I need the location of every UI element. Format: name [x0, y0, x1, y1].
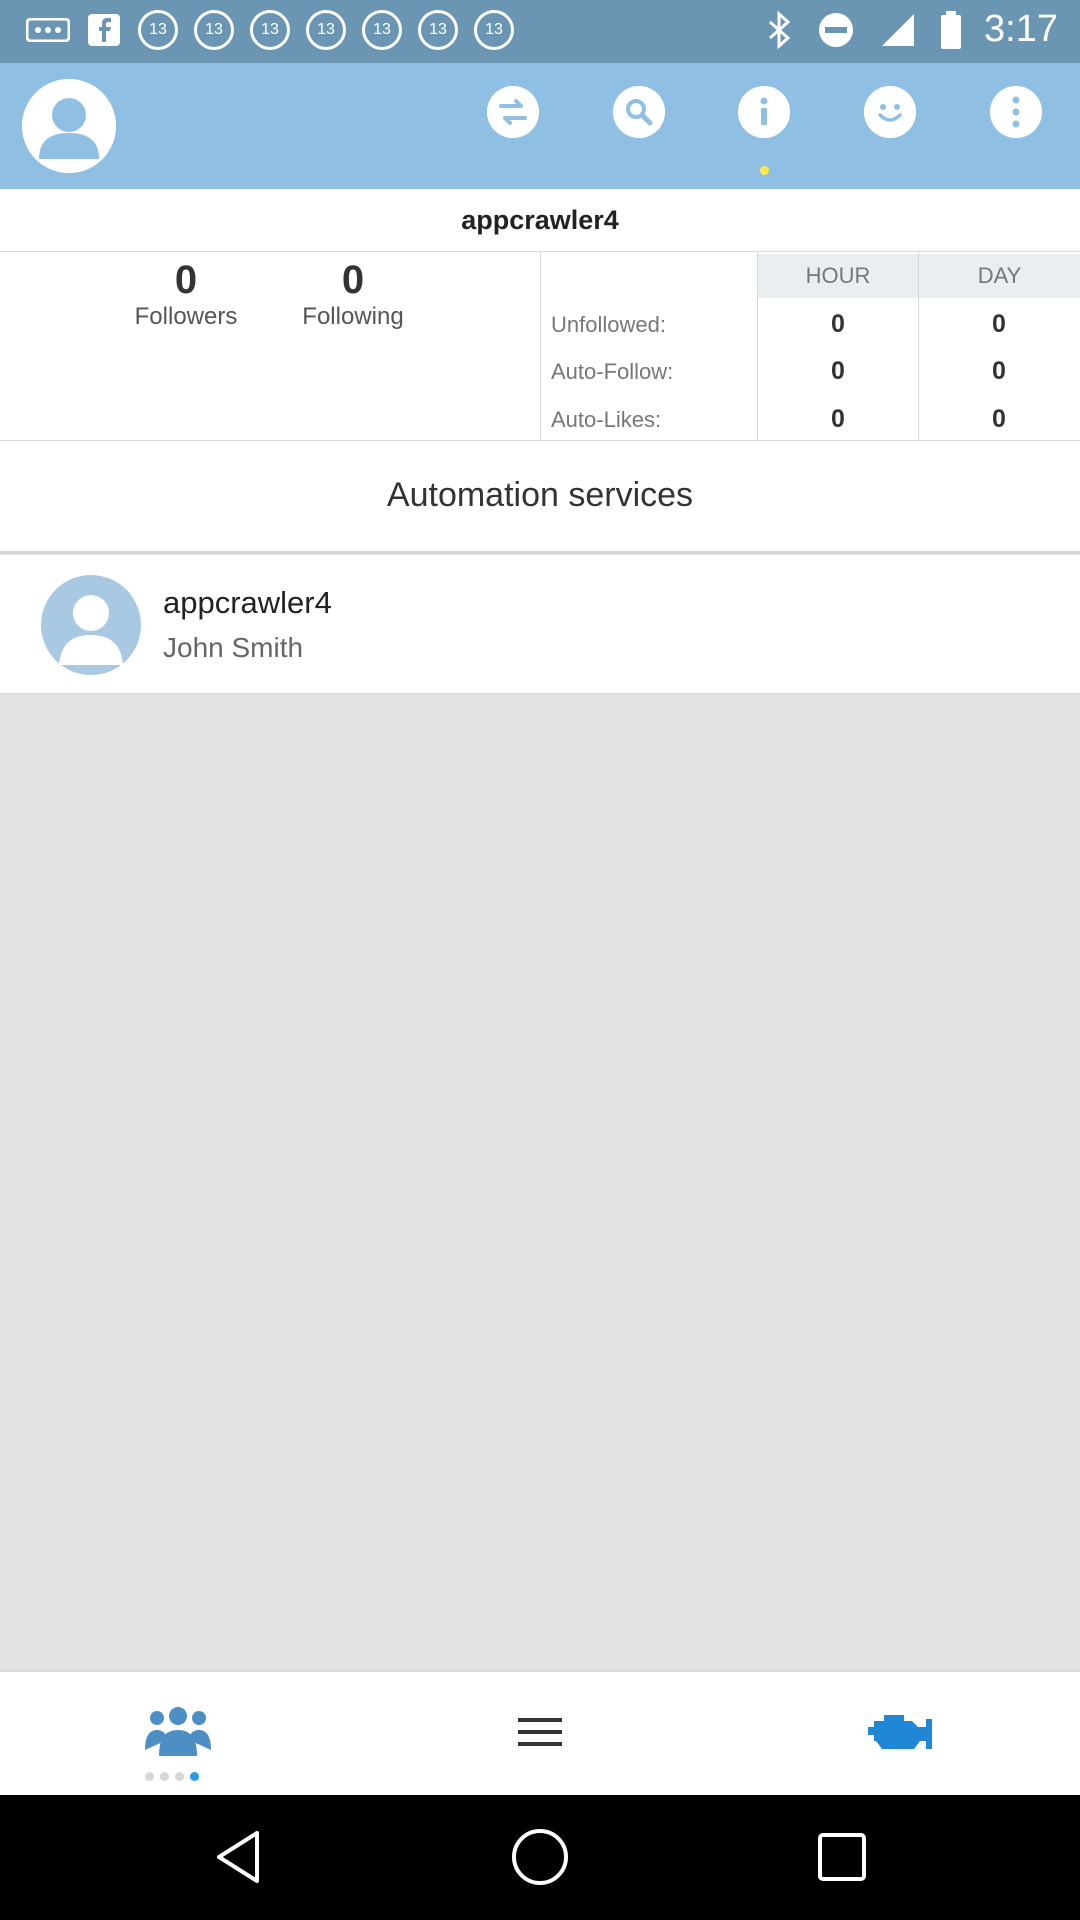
follow-counts: 0 Followers 0 Following	[0, 252, 540, 440]
facebook-icon	[88, 14, 120, 46]
unfollowed-day-value: 0	[992, 310, 1006, 338]
switch-account-button[interactable]	[487, 86, 539, 138]
menu-button[interactable]	[495, 1692, 585, 1772]
home-button[interactable]	[510, 1827, 570, 1887]
users-tab-button[interactable]	[133, 1692, 223, 1772]
swap-icon	[487, 86, 539, 138]
app-toolbar	[0, 63, 1080, 189]
profile-header: appcrawler4	[0, 189, 1080, 252]
unfollowed-hour-value: 0	[831, 310, 845, 338]
row-label-auto-follow: Auto-Follow:	[551, 359, 674, 384]
signal-icon	[882, 13, 915, 46]
column-header-day: DAY	[919, 254, 1080, 298]
auto-follow-hour-value: 0	[831, 357, 845, 385]
auto-likes-hour-value: 0	[831, 405, 845, 433]
home-icon	[512, 1829, 568, 1885]
row-label-auto-likes: Auto-Likes:	[551, 407, 662, 432]
page-dot	[160, 1772, 169, 1781]
bluetooth-icon	[769, 10, 791, 49]
auto-likes-day-value: 0	[992, 405, 1006, 433]
auto-follow-day-value: 0	[992, 357, 1006, 385]
status-bar: 13 13 13 13 13 13 13 3:17	[0, 0, 1080, 63]
followers-value: 0	[174, 258, 198, 302]
page-dot	[145, 1772, 154, 1781]
abc13-icon: 13	[138, 10, 178, 50]
overflow-menu-icon	[990, 86, 1042, 138]
recent-apps-button[interactable]	[812, 1827, 872, 1887]
following-label: Following	[302, 303, 404, 330]
profile-avatar-button[interactable]	[22, 79, 116, 173]
overflow-menu-button[interactable]	[990, 86, 1042, 138]
menu-icon	[518, 1718, 562, 1746]
account-list-item[interactable]: appcrawler4 John Smith	[0, 555, 1080, 696]
clock: 3:17	[984, 8, 1058, 50]
abc13-icon: 13	[362, 10, 402, 50]
automation-engine-button[interactable]	[855, 1692, 945, 1772]
page-dot	[175, 1772, 184, 1781]
back-button[interactable]	[208, 1827, 268, 1887]
row-label-unfollowed: Unfollowed:	[551, 312, 666, 337]
abc13-icon: 13	[474, 10, 514, 50]
stats-panel: 0 Followers 0 Following HOUR DAY Unfollo…	[0, 252, 1080, 441]
active-tab-indicator	[760, 166, 769, 175]
automation-services-section: Automation services	[0, 441, 1080, 554]
do-not-disturb-icon	[819, 12, 854, 47]
following-count[interactable]: 0 Following	[263, 252, 443, 331]
page-indicator	[145, 1772, 199, 1781]
abc13-icon: 13	[418, 10, 458, 50]
empty-content-area	[0, 694, 1080, 1669]
page-dot-active	[190, 1772, 199, 1781]
section-title: Automation services	[386, 476, 694, 514]
user-avatar-icon	[22, 79, 116, 173]
notification-icons: 13 13 13 13 13 13 13	[26, 10, 514, 50]
username-title: appcrawler4	[461, 205, 619, 235]
following-value: 0	[341, 258, 365, 302]
account-full-name: John Smith	[163, 632, 304, 663]
info-icon	[738, 86, 790, 138]
recent-apps-icon	[818, 1833, 866, 1881]
account-username: appcrawler4	[163, 585, 332, 620]
followers-count[interactable]: 0 Followers	[96, 252, 276, 331]
abc13-icon: 13	[250, 10, 290, 50]
account-avatar-icon	[41, 575, 141, 675]
followers-label: Followers	[134, 303, 238, 330]
bottom-navigation	[0, 1670, 1080, 1796]
search-button[interactable]	[613, 86, 665, 138]
system-icons: 3:17	[764, 8, 1058, 51]
feedback-button[interactable]	[864, 86, 916, 138]
more-notifications-icon	[26, 18, 70, 42]
group-icon	[145, 1707, 211, 1756]
smiley-icon	[864, 86, 916, 138]
system-navigation-bar	[0, 1795, 1080, 1920]
abc13-icon: 13	[194, 10, 234, 50]
engine-icon	[868, 1715, 932, 1749]
activity-stats-table: HOUR DAY Unfollowed: 0 0 Auto-Follow: 0 …	[541, 252, 1080, 440]
back-icon	[217, 1831, 259, 1883]
search-icon	[613, 86, 665, 138]
abc13-icon: 13	[306, 10, 346, 50]
info-button[interactable]	[738, 86, 790, 138]
battery-icon	[941, 10, 962, 49]
column-header-hour: HOUR	[758, 254, 918, 298]
